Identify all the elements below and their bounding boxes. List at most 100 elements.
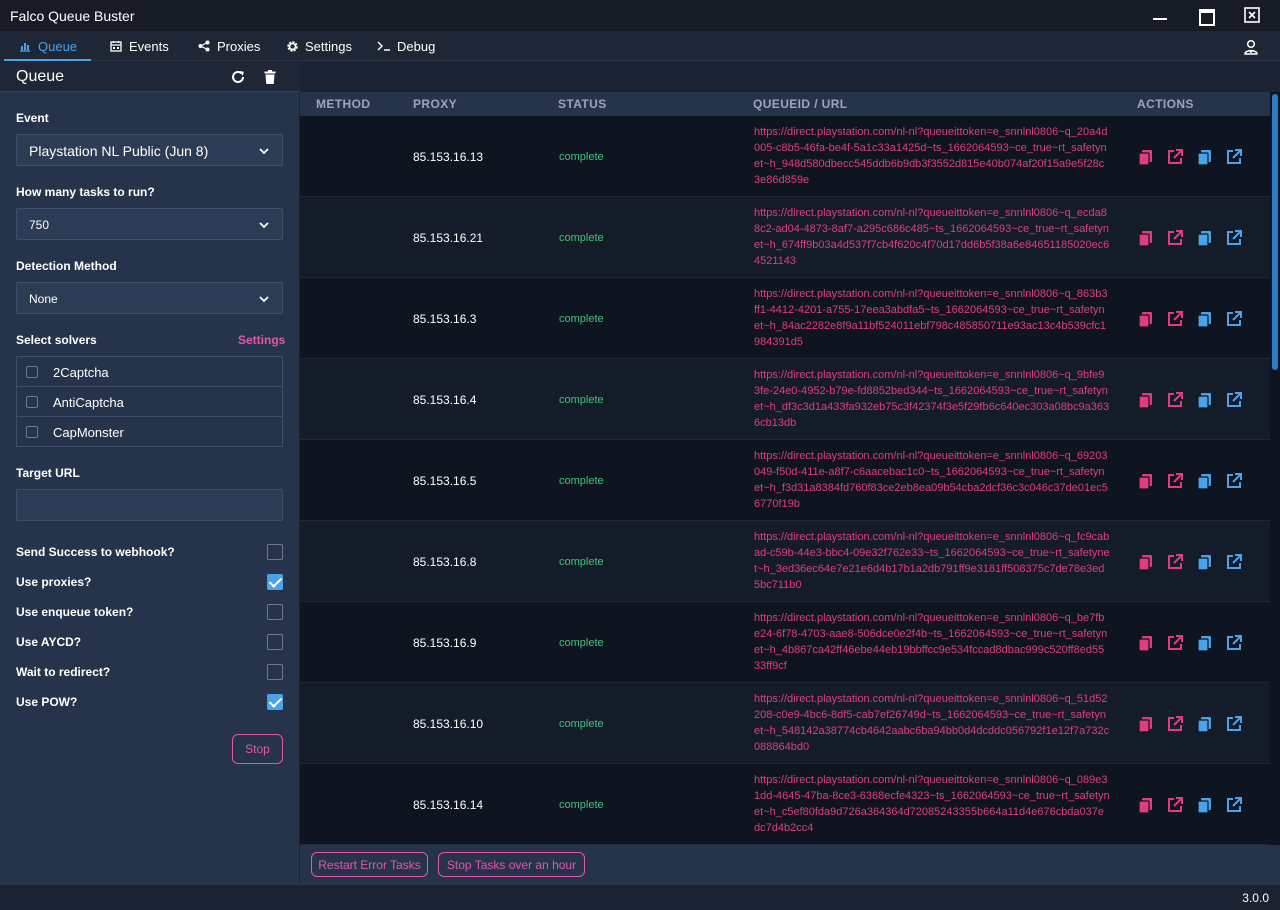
option-label: Use AYCD?: [16, 635, 82, 649]
detection-select[interactable]: None: [16, 282, 283, 314]
table-row: 85.153.16.10 complete https://direct.plays…: [300, 683, 1270, 764]
user-icon[interactable]: [1243, 39, 1259, 55]
table-row: 85.153.16.5 complete https://direct.playst…: [300, 440, 1270, 521]
solver-item-2captcha[interactable]: 2Captcha: [17, 357, 282, 387]
copy-pink-icon[interactable]: [1137, 796, 1155, 814]
tab-queue-label: Queue: [38, 38, 78, 54]
copy-pink-icon[interactable]: [1137, 391, 1155, 409]
open-link-pink-icon[interactable]: [1166, 148, 1184, 166]
copy-blue-icon[interactable]: [1196, 391, 1214, 409]
event-select[interactable]: Playstation NL Public (Jun 8): [16, 134, 283, 166]
restart-error-tasks-button[interactable]: Restart Error Tasks: [311, 852, 428, 877]
scrollbar[interactable]: [1270, 92, 1280, 845]
copy-pink-icon[interactable]: [1137, 229, 1155, 247]
solver-checkbox[interactable]: [26, 366, 38, 378]
open-link-pink-icon[interactable]: [1166, 796, 1184, 814]
open-link-blue-icon[interactable]: [1225, 391, 1243, 409]
tab-settings[interactable]: Settings: [285, 31, 352, 61]
open-link-blue-icon[interactable]: [1225, 715, 1243, 733]
close-button[interactable]: [1243, 6, 1261, 24]
target-url-input[interactable]: [16, 489, 283, 521]
tasks-select[interactable]: 750: [16, 208, 283, 240]
copy-blue-icon[interactable]: [1196, 310, 1214, 328]
row-proxy: 85.153.16.8: [413, 555, 477, 569]
copy-blue-icon[interactable]: [1196, 553, 1214, 571]
open-link-blue-icon[interactable]: [1225, 634, 1243, 652]
open-link-blue-icon[interactable]: [1225, 553, 1243, 571]
copy-blue-icon[interactable]: [1196, 229, 1214, 247]
row-url[interactable]: https://direct.playstation.com/nl-nl?que…: [754, 205, 1110, 269]
option-checkbox[interactable]: [267, 634, 283, 650]
copy-pink-icon[interactable]: [1137, 148, 1155, 166]
open-link-blue-icon[interactable]: [1225, 796, 1243, 814]
option-use-pow: Use POW?: [16, 692, 283, 712]
row-status: complete: [559, 232, 604, 244]
solver-checkbox[interactable]: [26, 426, 38, 438]
row-url[interactable]: https://direct.playstation.com/nl-nl?que…: [754, 367, 1110, 431]
header-proxy: PROXY: [413, 97, 458, 111]
open-link-pink-icon[interactable]: [1166, 229, 1184, 247]
solver-item-anticaptcha[interactable]: AntiCaptcha: [17, 387, 282, 417]
copy-pink-icon[interactable]: [1137, 715, 1155, 733]
copy-pink-icon[interactable]: [1137, 472, 1155, 490]
row-url[interactable]: https://direct.playstation.com/nl-nl?que…: [754, 124, 1110, 188]
maximize-button[interactable]: [1197, 6, 1215, 26]
copy-blue-icon[interactable]: [1196, 148, 1214, 166]
open-link-pink-icon[interactable]: [1166, 634, 1184, 652]
copy-blue-icon[interactable]: [1196, 472, 1214, 490]
option-checkbox[interactable]: [267, 664, 283, 680]
tab-events[interactable]: Events: [109, 31, 169, 61]
open-link-pink-icon[interactable]: [1166, 391, 1184, 409]
tab-settings-label: Settings: [305, 38, 352, 54]
row-url[interactable]: https://direct.playstation.com/nl-nl?que…: [754, 286, 1110, 350]
option-checkbox[interactable]: [267, 544, 283, 560]
open-link-pink-icon[interactable]: [1166, 472, 1184, 490]
tab-proxies[interactable]: Proxies: [197, 31, 260, 61]
copy-blue-icon[interactable]: [1196, 634, 1214, 652]
open-link-pink-icon[interactable]: [1166, 310, 1184, 328]
copy-pink-icon[interactable]: [1137, 553, 1155, 571]
stop-button[interactable]: Stop: [232, 734, 283, 764]
scrollbar-thumb[interactable]: [1272, 94, 1278, 370]
copy-blue-icon[interactable]: [1196, 796, 1214, 814]
stop-old-tasks-button[interactable]: Stop Tasks over an hour: [438, 852, 585, 877]
row-status: complete: [559, 637, 604, 649]
row-status: complete: [559, 313, 604, 325]
row-url[interactable]: https://direct.playstation.com/nl-nl?que…: [754, 691, 1110, 755]
row-url[interactable]: https://direct.playstation.com/nl-nl?que…: [754, 448, 1110, 512]
solver-checkbox[interactable]: [26, 396, 38, 408]
open-link-blue-icon[interactable]: [1225, 148, 1243, 166]
title-bar: Falco Queue Buster: [0, 0, 1280, 31]
open-link-blue-icon[interactable]: [1225, 472, 1243, 490]
tab-debug[interactable]: Debug: [377, 31, 435, 61]
option-enqueue-token: Use enqueue token?: [16, 602, 283, 622]
minimize-button[interactable]: [1151, 6, 1169, 24]
row-url[interactable]: https://direct.playstation.com/nl-nl?que…: [754, 529, 1110, 593]
terminal-icon: [377, 39, 391, 53]
table-row: 85.153.16.4 complete https://direct.playst…: [300, 359, 1270, 440]
solvers-settings-link[interactable]: Settings: [238, 333, 285, 347]
target-url-label: Target URL: [16, 466, 80, 480]
table-row: 85.153.16.21 complete https://direct.plays…: [300, 197, 1270, 278]
row-status: complete: [559, 151, 604, 163]
refresh-icon[interactable]: [230, 69, 246, 85]
option-checkbox[interactable]: [267, 694, 283, 710]
row-url[interactable]: https://direct.playstation.com/nl-nl?que…: [754, 610, 1110, 674]
copy-pink-icon[interactable]: [1137, 634, 1155, 652]
option-checkbox[interactable]: [267, 574, 283, 590]
open-link-pink-icon[interactable]: [1166, 553, 1184, 571]
copy-pink-icon[interactable]: [1137, 310, 1155, 328]
event-select-value: Playstation NL Public (Jun 8): [29, 143, 209, 159]
chevron-down-icon: [259, 148, 269, 155]
row-url[interactable]: https://direct.playstation.com/nl-nl?que…: [754, 772, 1110, 836]
trash-icon[interactable]: [262, 69, 278, 85]
open-link-pink-icon[interactable]: [1166, 715, 1184, 733]
option-checkbox[interactable]: [267, 604, 283, 620]
open-link-blue-icon[interactable]: [1225, 310, 1243, 328]
solver-item-capmonster[interactable]: CapMonster: [17, 417, 282, 447]
header-status: STATUS: [558, 97, 607, 111]
open-link-blue-icon[interactable]: [1225, 229, 1243, 247]
row-status: complete: [559, 718, 604, 730]
copy-blue-icon[interactable]: [1196, 715, 1214, 733]
tab-queue[interactable]: Queue: [3, 31, 92, 61]
